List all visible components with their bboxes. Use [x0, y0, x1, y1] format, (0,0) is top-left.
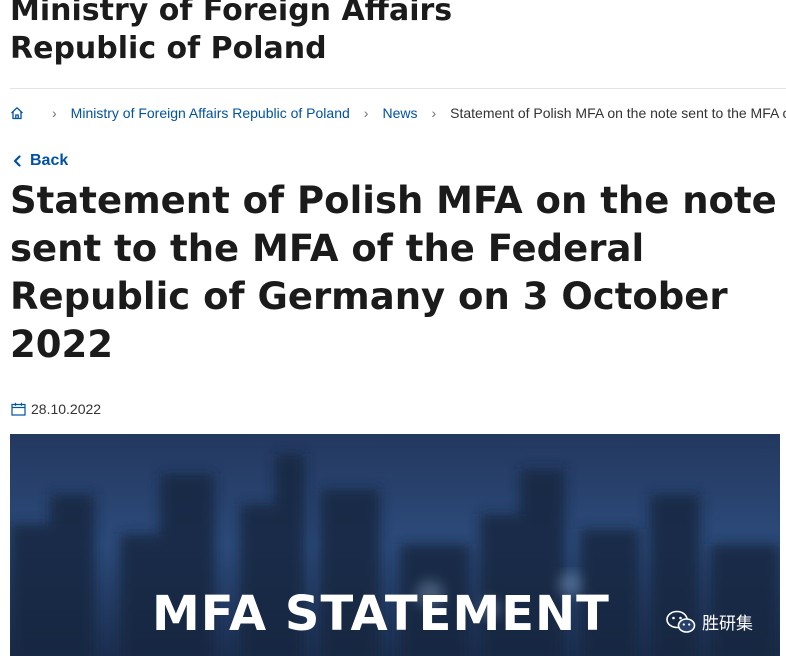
- breadcrumb-separator: ›: [363, 105, 369, 121]
- calendar-icon: [11, 402, 26, 416]
- back-link[interactable]: Back: [12, 152, 68, 170]
- publish-date-text: 28.10.2022: [31, 401, 102, 417]
- breadcrumb-item-current: Statement of Polish MFA on the note sent…: [450, 105, 786, 121]
- site-title-line-1: Ministry of Foreign Affairs: [10, 0, 453, 28]
- site-title-line-2: Republic of Poland: [10, 31, 327, 66]
- breadcrumb-separator: ›: [52, 105, 57, 121]
- breadcrumb-item-news[interactable]: News: [382, 105, 417, 121]
- page-title: Statement of Polish MFA on the note sent…: [10, 179, 777, 366]
- wechat-icon: [666, 610, 696, 633]
- back-label: Back: [30, 152, 69, 169]
- home-icon[interactable]: [10, 106, 24, 120]
- chevron-left-icon: [13, 155, 21, 167]
- breadcrumb-separator: ›: [431, 105, 437, 121]
- header-divider: [10, 88, 786, 89]
- watermark: 胜研集: [666, 609, 753, 634]
- hero-caption: MFA STATEMENT: [152, 586, 610, 642]
- breadcrumb: › Ministry of Foreign Affairs Republic o…: [10, 103, 786, 123]
- publish-date: 28.10.2022: [11, 401, 101, 417]
- site-title[interactable]: Ministry of Foreign Affairs Republic of …: [10, 0, 710, 68]
- watermark-text: 胜研集: [702, 614, 753, 634]
- breadcrumb-item-ministry[interactable]: Ministry of Foreign Affairs Republic of …: [71, 105, 350, 121]
